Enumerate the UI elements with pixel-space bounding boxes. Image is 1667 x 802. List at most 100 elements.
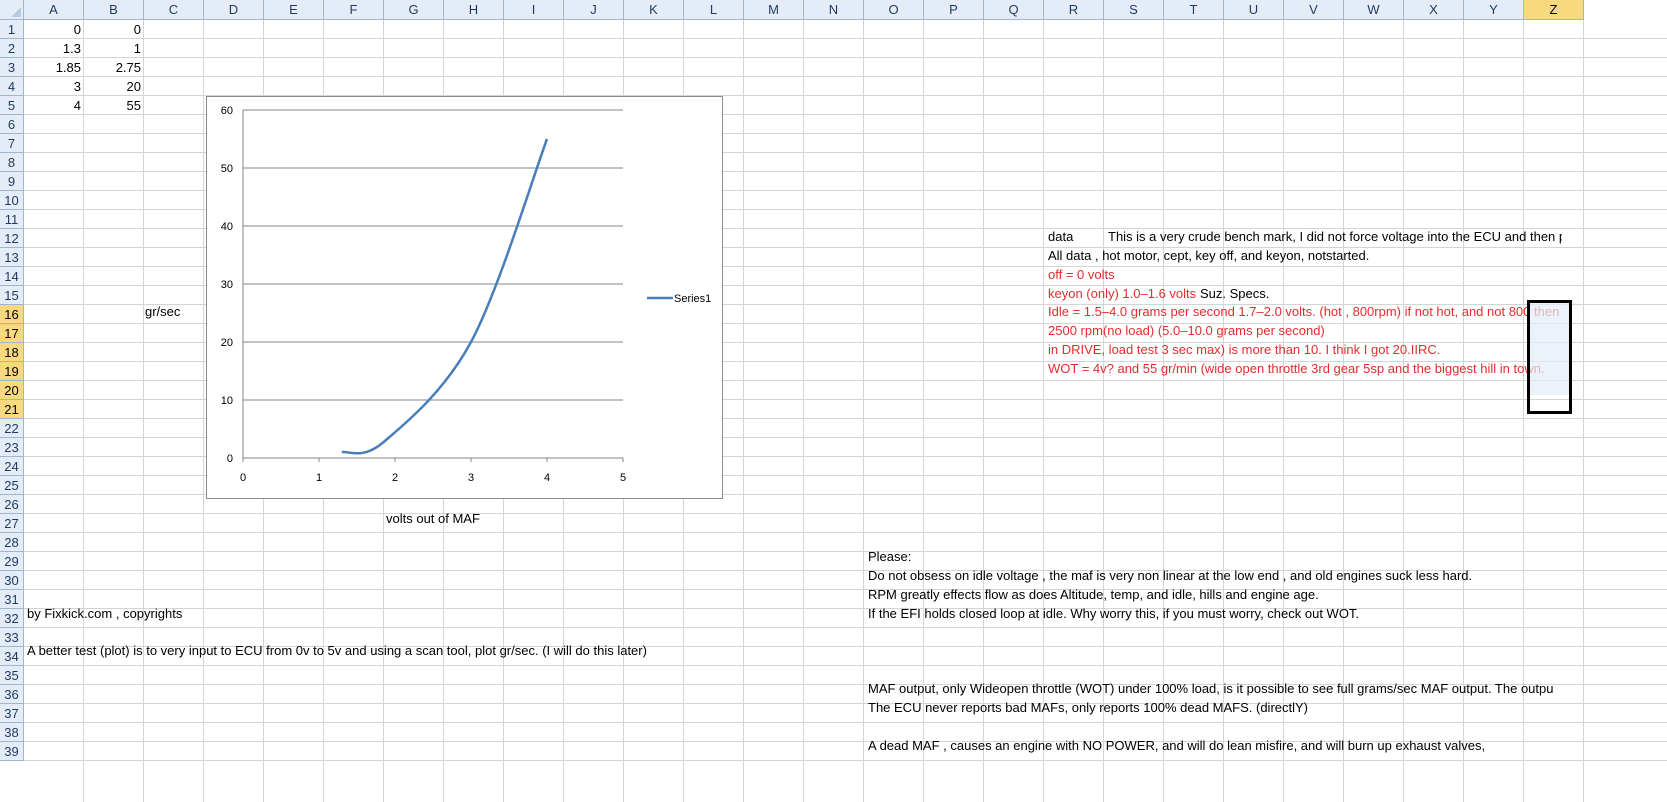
column-header-s[interactable]: S — [1104, 0, 1164, 20]
column-header-z[interactable]: Z — [1524, 0, 1584, 20]
cell-a4[interactable]: 3 — [24, 77, 84, 96]
cell-r14[interactable]: off = 0 volts — [1045, 265, 1118, 284]
cell-b3[interactable]: 2.75 — [84, 58, 144, 77]
selected-range-z16-z21[interactable] — [1527, 300, 1572, 414]
row-header-14[interactable]: 14 — [0, 267, 24, 286]
row-header-36[interactable]: 36 — [0, 685, 24, 704]
row-header-17[interactable]: 17 — [0, 324, 24, 343]
cell-t15[interactable]: Suz. Specs. — [1197, 284, 1272, 303]
cell-r15[interactable]: keyon (only) 1.0–1.6 volts — [1045, 284, 1199, 303]
cell-o31[interactable]: RPM greatly effects flow as does Altitud… — [865, 585, 1322, 604]
row-header-3[interactable]: 3 — [0, 58, 24, 77]
column-header-r[interactable]: R — [1044, 0, 1104, 20]
column-header-c[interactable]: C — [144, 0, 204, 20]
cell-s12[interactable]: This is a very crude bench mark, I did n… — [1105, 227, 1562, 246]
column-header-t[interactable]: T — [1164, 0, 1224, 20]
column-header-m[interactable]: M — [744, 0, 804, 20]
cell-r16[interactable]: Idle = 1.5–4.0 grams per second 1.7–2.0 … — [1045, 302, 1562, 321]
row-header-15[interactable]: 15 — [0, 286, 24, 305]
row-header-38[interactable]: 38 — [0, 723, 24, 742]
cell-o30[interactable]: Do not obsess on idle voltage , the maf … — [865, 566, 1475, 585]
column-header-v[interactable]: V — [1284, 0, 1344, 20]
row-header-1[interactable]: 1 — [0, 20, 24, 39]
row-header-32[interactable]: 32 — [0, 609, 24, 628]
row-header-25[interactable]: 25 — [0, 476, 24, 495]
row-header-21[interactable]: 21 — [0, 400, 24, 419]
cell-b5[interactable]: 55 — [84, 96, 144, 115]
row-header-20[interactable]: 20 — [0, 381, 24, 400]
row-header-22[interactable]: 22 — [0, 419, 24, 438]
cell-a1[interactable]: 0 — [24, 20, 84, 39]
cell-b2[interactable]: 1 — [84, 39, 144, 58]
row-header-2[interactable]: 2 — [0, 39, 24, 58]
row-header-10[interactable]: 10 — [0, 191, 24, 210]
row-header-23[interactable]: 23 — [0, 438, 24, 457]
row-header-34[interactable]: 34 — [0, 647, 24, 666]
cell-c16[interactable]: gr/sec — [142, 302, 183, 321]
cell-o32[interactable]: If the EFI holds closed loop at idle. Wh… — [865, 604, 1362, 623]
column-header-e[interactable]: E — [264, 0, 324, 20]
cell-b1[interactable]: 0 — [84, 20, 144, 39]
column-header-n[interactable]: N — [804, 0, 864, 20]
cell-r12[interactable]: data — [1045, 227, 1076, 246]
row-header-35[interactable]: 35 — [0, 666, 24, 685]
cell-o29[interactable]: Please: — [865, 547, 914, 566]
row-header-31[interactable]: 31 — [0, 590, 24, 609]
row-header-9[interactable]: 9 — [0, 172, 24, 191]
column-header-k[interactable]: K — [624, 0, 684, 20]
row-header-39[interactable]: 39 — [0, 742, 24, 761]
cell-o37[interactable]: The ECU never reports bad MAFs, only rep… — [865, 698, 1311, 717]
column-header-d[interactable]: D — [204, 0, 264, 20]
column-header-x[interactable]: X — [1404, 0, 1464, 20]
row-header-29[interactable]: 29 — [0, 552, 24, 571]
cell-a3[interactable]: 1.85 — [24, 58, 84, 77]
column-header-q[interactable]: Q — [984, 0, 1044, 20]
spreadsheet[interactable]: ABCDEFGHIJKLMNOPQRSTUVWXYZ 1 2 3 4 5 6 7 8 9 10 11… — [0, 0, 1667, 802]
row-header-6[interactable]: 6 — [0, 115, 24, 134]
cell-r13[interactable]: All data , hot motor, cept, key off, and… — [1045, 246, 1372, 265]
cell-g27[interactable]: volts out of MAF — [383, 509, 483, 528]
row-header-26[interactable]: 26 — [0, 495, 24, 514]
row-header-4[interactable]: 4 — [0, 77, 24, 96]
column-header-l[interactable]: L — [684, 0, 744, 20]
row-header-12[interactable]: 12 — [0, 229, 24, 248]
row-header-8[interactable]: 8 — [0, 153, 24, 172]
row-header-18[interactable]: 18 — [0, 343, 24, 362]
cell-r19[interactable]: WOT = 4v? and 55 gr/min (wide open throt… — [1045, 359, 1548, 378]
row-header-24[interactable]: 24 — [0, 457, 24, 476]
cell-o36[interactable]: MAF output, only Wideopen throttle (WOT)… — [865, 679, 1562, 698]
cell-a34[interactable]: A better test (plot) is to very input to… — [24, 641, 650, 660]
row-header-37[interactable]: 37 — [0, 704, 24, 723]
column-header-y[interactable]: Y — [1464, 0, 1524, 20]
column-header-u[interactable]: U — [1224, 0, 1284, 20]
column-header-f[interactable]: F — [324, 0, 384, 20]
cell-a32[interactable]: by Fixkick.com , copyrights — [24, 604, 185, 623]
row-header-33[interactable]: 33 — [0, 628, 24, 647]
cell-o39[interactable]: A dead MAF , causes an engine with NO PO… — [865, 736, 1488, 755]
row-header-27[interactable]: 27 — [0, 514, 24, 533]
column-header-p[interactable]: P — [924, 0, 984, 20]
row-header-13[interactable]: 13 — [0, 248, 24, 267]
column-header-a[interactable]: A — [24, 0, 84, 20]
column-header-j[interactable]: J — [564, 0, 624, 20]
cell-r17[interactable]: 2500 rpm(no load) (5.0–10.0 grams per se… — [1045, 321, 1328, 340]
column-header-o[interactable]: O — [864, 0, 924, 20]
row-header-19[interactable]: 19 — [0, 362, 24, 381]
row-header-30[interactable]: 30 — [0, 571, 24, 590]
cell-b4[interactable]: 20 — [84, 77, 144, 96]
column-header-b[interactable]: B — [84, 0, 144, 20]
column-header-h[interactable]: H — [444, 0, 504, 20]
row-header-7[interactable]: 7 — [0, 134, 24, 153]
column-header-w[interactable]: W — [1344, 0, 1404, 20]
row-header-11[interactable]: 11 — [0, 210, 24, 229]
cell-a2[interactable]: 1.3 — [24, 39, 84, 58]
column-header-g[interactable]: G — [384, 0, 444, 20]
row-header-28[interactable]: 28 — [0, 533, 24, 552]
row-header-5[interactable]: 5 — [0, 96, 24, 115]
embedded-chart[interactable]: 0 10 20 30 40 50 60 0 1 2 3 4 5 Series1 — [206, 96, 723, 499]
cell-r18[interactable]: in DRIVE, load test 3 sec max) is more t… — [1045, 340, 1443, 359]
row-header-16[interactable]: 16 — [0, 305, 24, 324]
cell-a5[interactable]: 4 — [24, 96, 84, 115]
column-header-i[interactable]: I — [504, 0, 564, 20]
select-all-corner[interactable] — [0, 0, 24, 20]
